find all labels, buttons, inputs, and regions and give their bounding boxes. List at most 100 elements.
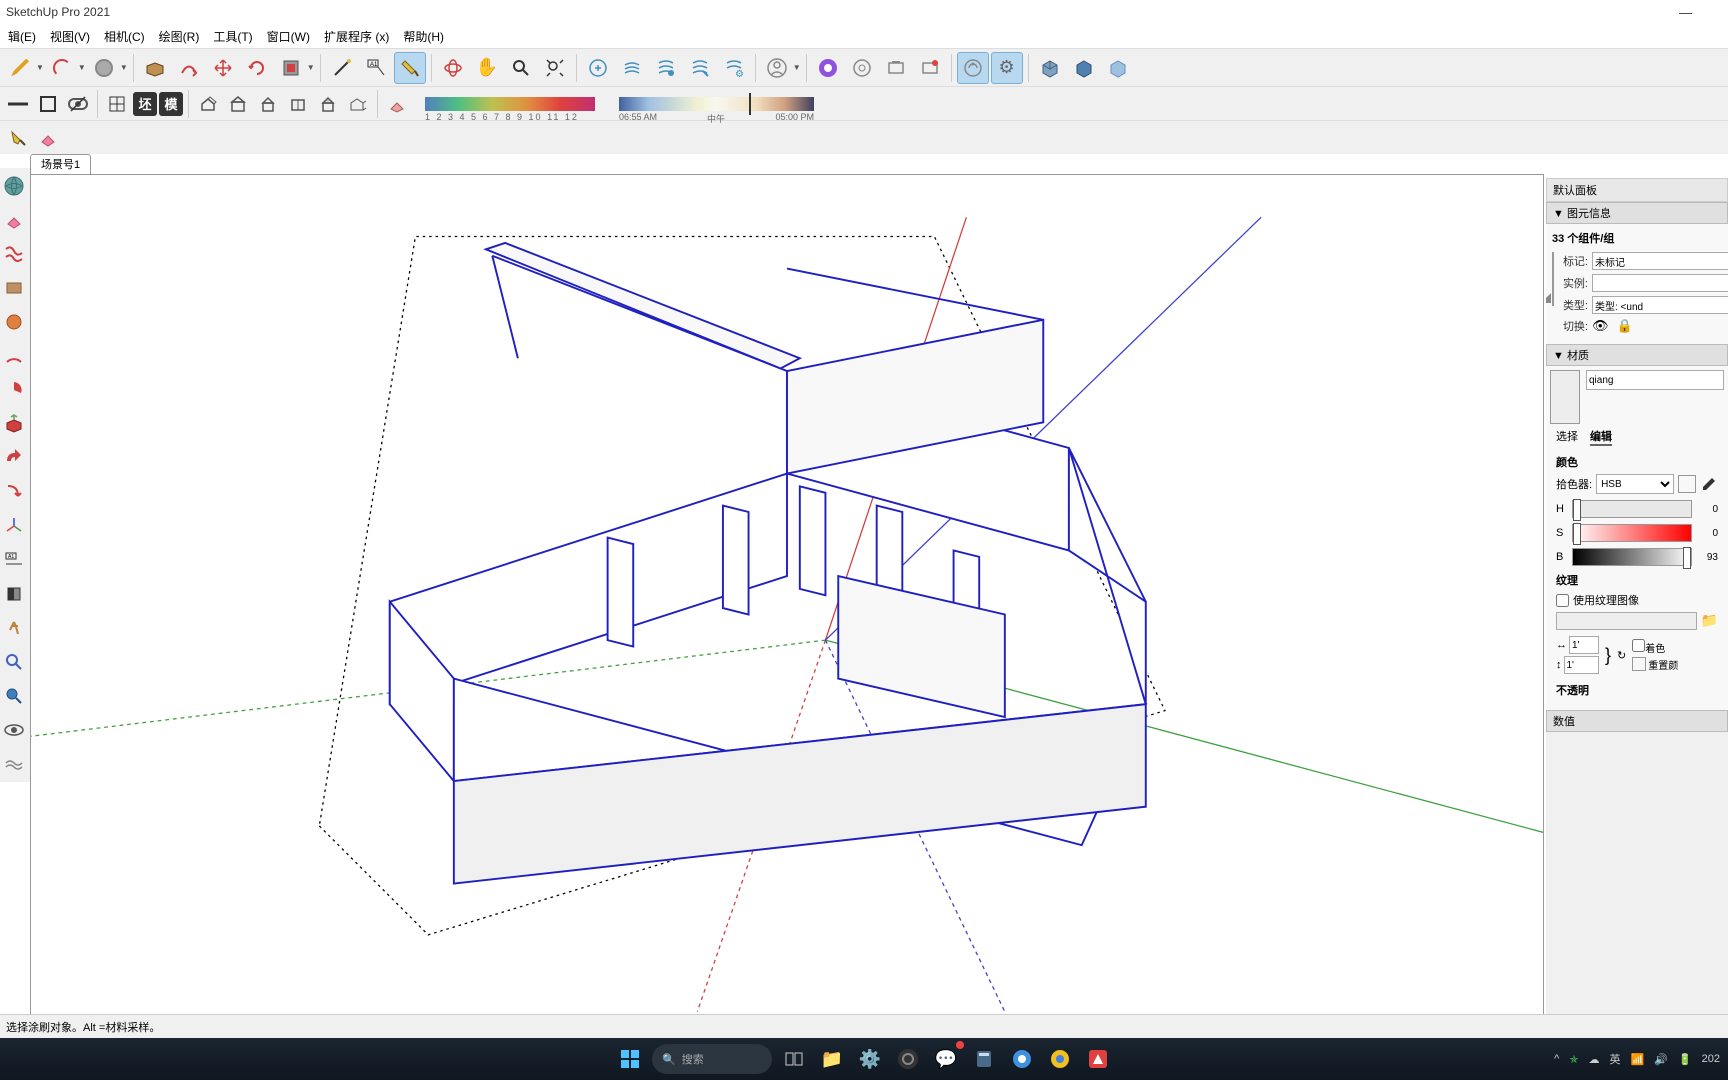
ext-gear-2[interactable] [991, 52, 1023, 84]
texture-path-input[interactable] [1556, 612, 1697, 630]
lock-icon[interactable]: 🔒 [1617, 318, 1633, 334]
material-tab-select[interactable]: 选择 [1556, 428, 1578, 446]
material-swatch[interactable] [1550, 370, 1580, 424]
lt-freehand[interactable] [0, 238, 28, 270]
zoom-extents-tool[interactable] [539, 52, 571, 84]
arc-dropdown-icon[interactable]: ▼ [78, 63, 86, 72]
saturation-slider[interactable] [1572, 524, 1692, 542]
taskbar-search[interactable]: 🔍搜索 [652, 1044, 772, 1074]
browser-icon[interactable] [1006, 1043, 1038, 1075]
use-texture-checkbox[interactable]: 使用纹理图像 [1556, 592, 1718, 608]
pencil-tool[interactable] [4, 52, 36, 84]
lt-dimension[interactable]: A1 [0, 544, 28, 576]
lt-section[interactable] [0, 578, 28, 610]
rotate-tool[interactable] [241, 52, 273, 84]
lt-walk[interactable] [0, 612, 28, 644]
shape-tool[interactable] [88, 52, 120, 84]
eraser-small[interactable] [383, 90, 411, 118]
wechat-icon[interactable]: 💬 [930, 1043, 962, 1075]
zoom-tool[interactable] [505, 52, 537, 84]
user-tool[interactable] [761, 52, 793, 84]
lt-followme[interactable] [0, 476, 28, 508]
lt-rect[interactable] [0, 272, 28, 304]
iso-view-3[interactable] [1102, 52, 1134, 84]
menu-edit[interactable]: 辑(E) [2, 26, 42, 47]
instance-input[interactable] [1592, 274, 1728, 292]
house-back-tool[interactable] [314, 90, 342, 118]
menu-camera[interactable]: 相机(C) [98, 26, 151, 47]
shape-dropdown-icon[interactable]: ▼ [120, 63, 128, 72]
menu-tools[interactable]: 工具(T) [207, 26, 258, 47]
pencil-dropdown-icon[interactable]: ▼ [36, 63, 44, 72]
face-style-tool[interactable] [34, 90, 62, 118]
lt-pie[interactable] [0, 374, 28, 406]
brightness-slider[interactable] [1572, 548, 1692, 566]
start-button[interactable] [614, 1043, 646, 1075]
text-label-1[interactable]: 坯 [133, 92, 157, 116]
ext-tool-2[interactable] [616, 52, 648, 84]
material-header[interactable]: ▼ 材质 [1546, 344, 1728, 366]
reset-color-swatch[interactable] [1632, 657, 1646, 671]
grid-tool[interactable] [103, 90, 131, 118]
tray-battery-icon[interactable]: 🔋 [1678, 1053, 1692, 1066]
color-preview-1[interactable] [1678, 475, 1696, 493]
pushpull-tool[interactable] [139, 52, 171, 84]
tray-wifi-icon[interactable]: 📶 [1631, 1053, 1645, 1066]
ext-tool-4[interactable] [684, 52, 716, 84]
entity-info-header[interactable]: ▼ 图元信息 [1546, 202, 1728, 224]
lt-pushpull[interactable] [0, 408, 28, 440]
orbit-tool[interactable] [437, 52, 469, 84]
material-tab-edit[interactable]: 编辑 [1590, 428, 1612, 446]
settings-icon[interactable]: ⚙️ [854, 1043, 886, 1075]
iso-view-1[interactable] [1034, 52, 1066, 84]
sketchup-icon[interactable] [1082, 1043, 1114, 1075]
paint-brush-tool[interactable] [4, 124, 32, 152]
tape-tool[interactable] [326, 52, 358, 84]
user-dropdown-icon[interactable]: ▼ [793, 63, 801, 72]
value-panel-header[interactable]: 数值 [1546, 710, 1728, 732]
hidden-tool[interactable] [64, 90, 92, 118]
pan-tool[interactable]: ✋ [471, 52, 503, 84]
house-side-tool[interactable] [224, 90, 252, 118]
scale-dropdown-icon[interactable]: ▼ [307, 63, 315, 72]
menu-extensions[interactable]: 扩展程序 (x) [318, 26, 395, 47]
link-dims-icon[interactable]: } [1605, 645, 1611, 666]
reset-dims-icon[interactable]: ↻ [1617, 649, 1626, 662]
minimize-button[interactable]: — [1679, 5, 1692, 20]
ext-tool-5[interactable]: ⚙ [718, 52, 750, 84]
tray-lang[interactable]: 英 [1610, 1051, 1621, 1067]
material-name-input[interactable] [1586, 370, 1724, 390]
lt-position[interactable] [0, 680, 28, 712]
menu-help[interactable]: 帮助(H) [397, 26, 450, 47]
render-tool-1[interactable] [846, 52, 878, 84]
menu-view[interactable]: 视图(V) [44, 26, 96, 47]
iso-view-2[interactable] [1068, 52, 1100, 84]
lt-arc[interactable] [0, 340, 28, 372]
render-tool-2[interactable] [880, 52, 912, 84]
move-tool[interactable] [207, 52, 239, 84]
task-view-icon[interactable] [778, 1043, 810, 1075]
viewport-3d[interactable] [30, 174, 1544, 1055]
scene-tab-1[interactable]: 场景号1 [30, 154, 91, 174]
time-slider[interactable]: 06:55 AM 中午 05:00 PM [619, 97, 814, 111]
menu-window[interactable]: 窗口(W) [261, 26, 316, 47]
tex-width-input[interactable] [1569, 636, 1599, 654]
visibility-icon[interactable]: 👁 [1592, 318, 1609, 334]
tray-chevron-icon[interactable]: ^ [1554, 1053, 1559, 1065]
ext-tool-1[interactable] [582, 52, 614, 84]
ext-tool-3[interactable] [650, 52, 682, 84]
entity-swatch[interactable] [1552, 252, 1554, 306]
eyedropper-icon[interactable] [1700, 475, 1718, 493]
tray-volume-icon[interactable]: 🔊 [1654, 1053, 1668, 1066]
text-label-2[interactable]: 模 [159, 92, 183, 116]
explorer-icon[interactable]: 📁 [816, 1043, 848, 1075]
tex-height-input[interactable] [1564, 656, 1600, 674]
scale-tool[interactable] [275, 52, 307, 84]
browse-folder-icon[interactable]: 📁 [1701, 612, 1718, 630]
house-persp-tool[interactable] [344, 90, 372, 118]
picker-mode-select[interactable]: HSB [1596, 474, 1674, 494]
render-tool-3[interactable] [914, 52, 946, 84]
paint-tool[interactable] [394, 52, 426, 84]
tag-input[interactable] [1592, 252, 1728, 270]
obs-icon[interactable] [892, 1043, 924, 1075]
